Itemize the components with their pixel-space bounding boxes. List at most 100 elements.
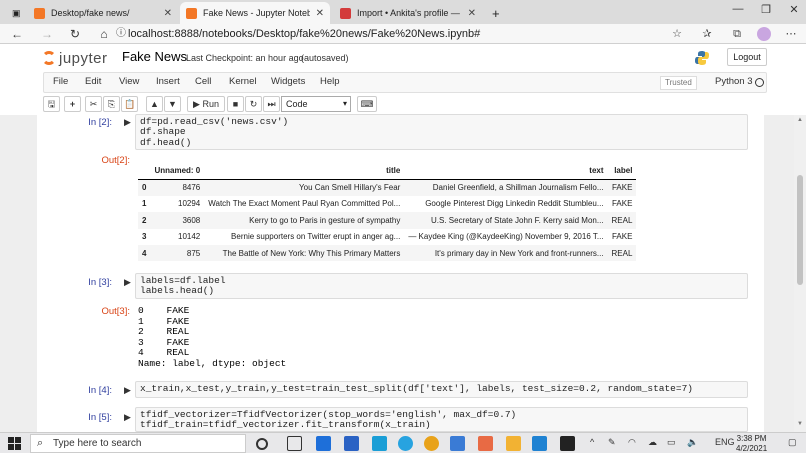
run-button[interactable]: ▶ Run: [187, 96, 225, 112]
scroll-up-icon[interactable]: ▲: [796, 117, 804, 123]
save-icon[interactable]: 🖫: [43, 96, 60, 112]
row-index: 0: [138, 179, 151, 196]
paste-icon[interactable]: 📋: [121, 96, 139, 112]
vertical-scrollbar[interactable]: ▲ ▼: [794, 115, 806, 432]
cortana-icon[interactable]: [256, 438, 268, 450]
tab-label: Desktop/fake news/: [51, 8, 130, 18]
vscode-icon[interactable]: [532, 436, 547, 451]
code-line: df.head(): [140, 136, 192, 148]
row-index: 3: [142, 232, 147, 242]
column-header: text: [404, 163, 608, 180]
cell-text: It's primary day in New York and front-r…: [404, 244, 608, 262]
menu-widgets[interactable]: Widgets: [271, 76, 305, 87]
tab-fake-news-notebook[interactable]: Fake News - Jupyter Notebook ✕: [180, 2, 330, 24]
restart-icon[interactable]: ↻: [245, 96, 262, 112]
chrome-icon[interactable]: [424, 436, 439, 451]
notebook-title[interactable]: Fake News: [122, 49, 187, 64]
volume-icon[interactable]: 🔈: [687, 437, 698, 448]
cell-5-in-prompt: In [5]:: [88, 412, 112, 423]
cell-4-in-prompt: In [4]:: [88, 385, 112, 396]
mail-icon[interactable]: [344, 436, 359, 451]
menu-file[interactable]: File: [53, 76, 68, 87]
file-explorer-icon[interactable]: [506, 436, 521, 451]
restart-run-all-icon[interactable]: ⏭: [263, 96, 280, 112]
profile-avatar[interactable]: [757, 27, 771, 41]
show-hidden-icons-icon[interactable]: ^: [590, 437, 594, 447]
close-window-icon[interactable]: ✕: [784, 3, 804, 16]
run-cell-icon[interactable]: ▶: [124, 118, 132, 127]
cell-unnamed: 10142: [178, 232, 201, 242]
close-tab-icon[interactable]: ✕: [164, 8, 172, 19]
home-icon[interactable]: ⌂: [95, 26, 113, 42]
favorites-bar-icon[interactable]: ✰: [700, 27, 714, 41]
run-cell-icon[interactable]: ▶: [124, 413, 132, 422]
favorite-star-icon[interactable]: ☆: [670, 27, 684, 41]
tab-desktop-fake-news[interactable]: Desktop/fake news/ ✕: [28, 2, 178, 24]
new-tab-button[interactable]: +: [486, 2, 504, 24]
close-tab-icon[interactable]: ✕: [468, 8, 476, 19]
notebook-menubar: File Edit View Insert Cell Kernel Widget…: [43, 72, 767, 93]
windows-start-icon[interactable]: [8, 437, 21, 450]
cell-type-select[interactable]: Code ▾: [281, 96, 351, 112]
move-up-icon[interactable]: ▲: [146, 96, 163, 112]
copy-icon[interactable]: ⎘: [103, 96, 120, 112]
address-bar-row: ← → ↻ ⌂ ⓘ localhost:8888/notebooks/Deskt…: [0, 24, 806, 44]
scrollbar-thumb[interactable]: [797, 175, 803, 285]
reload-icon[interactable]: ↻: [66, 26, 84, 42]
language-indicator[interactable]: ENG: [715, 437, 735, 447]
interrupt-icon[interactable]: ■: [227, 96, 244, 112]
taskbar-clock[interactable]: 3:38 PM 4/2/2021: [736, 434, 767, 453]
cell-2-out-prompt: Out[2]:: [101, 155, 130, 166]
table-row: 3 10142 Bernie supporters on Twitter eru…: [138, 229, 636, 245]
snip-tool-icon[interactable]: [478, 436, 493, 451]
minimize-icon[interactable]: —: [728, 3, 748, 15]
trusted-badge[interactable]: Trusted: [660, 76, 697, 90]
scroll-down-icon[interactable]: ▼: [796, 421, 804, 427]
windows-taskbar: ⌕ Type here to search ^ ✎ ◠ ☁ ▭ 🔈 ENG 3:…: [0, 432, 806, 453]
clock-time: 3:38 PM: [736, 434, 767, 443]
cell-2-code[interactable]: df=pd.read_csv('news.csv') df.shape df.h…: [135, 114, 748, 150]
logout-button[interactable]: Logout: [727, 48, 767, 66]
pen-icon[interactable]: ✎: [608, 437, 616, 448]
cell-4-code[interactable]: x_train,x_test,y_train,y_test=train_test…: [135, 381, 748, 398]
wifi-icon[interactable]: ◠: [628, 437, 636, 448]
close-tab-icon[interactable]: ✕: [316, 8, 324, 19]
forward-arrow-icon[interactable]: →: [38, 26, 56, 42]
learning-app-icon[interactable]: [372, 436, 387, 451]
store-icon[interactable]: [450, 436, 465, 451]
maximize-icon[interactable]: ❐: [756, 3, 776, 16]
cloud-icon[interactable]: ☁: [648, 437, 657, 448]
row-index: 4: [138, 244, 151, 262]
edge-browser-icon[interactable]: [398, 436, 413, 451]
jupyter-logo[interactable]: jupyter: [42, 48, 108, 68]
menu-help[interactable]: Help: [320, 76, 340, 87]
table-row: 1 10294 Watch The Exact Moment Paul Ryan…: [138, 196, 636, 212]
taskbar-search-box[interactable]: ⌕ Type here to search: [30, 434, 246, 453]
task-view-icon[interactable]: [287, 436, 302, 451]
tab-actions-icon[interactable]: ▣: [6, 2, 24, 24]
tab-ankita-profile[interactable]: Import • Ankita's profile — Word ✕: [334, 2, 482, 24]
menu-view[interactable]: View: [119, 76, 139, 87]
command-palette-icon[interactable]: ⌨: [357, 96, 377, 112]
cell-label: FAKE: [607, 179, 637, 196]
run-cell-icon[interactable]: ▶: [124, 386, 132, 395]
notebook-toolbar: 🖫 + ✂ ⎘ 📋 ▲ ▼ ▶ Run ■ ↻ ⏭ Code ▾ ⌨: [43, 94, 767, 114]
run-cell-icon[interactable]: ▶: [124, 278, 132, 287]
cut-icon[interactable]: ✂: [85, 96, 102, 112]
collections-icon[interactable]: ⧉: [730, 27, 744, 41]
menu-edit[interactable]: Edit: [85, 76, 101, 87]
back-arrow-icon[interactable]: ←: [8, 26, 26, 42]
cell-5-code[interactable]: tfidf_vectorizer=TfidfVectorizer(stop_wo…: [135, 407, 748, 432]
insert-cell-icon[interactable]: +: [64, 96, 81, 112]
menu-kernel[interactable]: Kernel: [229, 76, 256, 87]
url-field[interactable]: localhost:8888/notebooks/Desktop/fake%20…: [128, 25, 668, 43]
battery-icon[interactable]: ▭: [667, 437, 676, 448]
notifications-icon[interactable]: ▢: [788, 437, 797, 448]
edge-taskbar-icon[interactable]: [316, 436, 331, 451]
menu-cell[interactable]: Cell: [195, 76, 211, 87]
move-down-icon[interactable]: ▼: [164, 96, 181, 112]
cell-3-code[interactable]: labels=df.label labels.head(): [135, 273, 748, 299]
terminal-icon[interactable]: [560, 436, 575, 451]
menu-insert[interactable]: Insert: [156, 76, 180, 87]
more-menu-icon[interactable]: ⋯: [784, 27, 798, 41]
